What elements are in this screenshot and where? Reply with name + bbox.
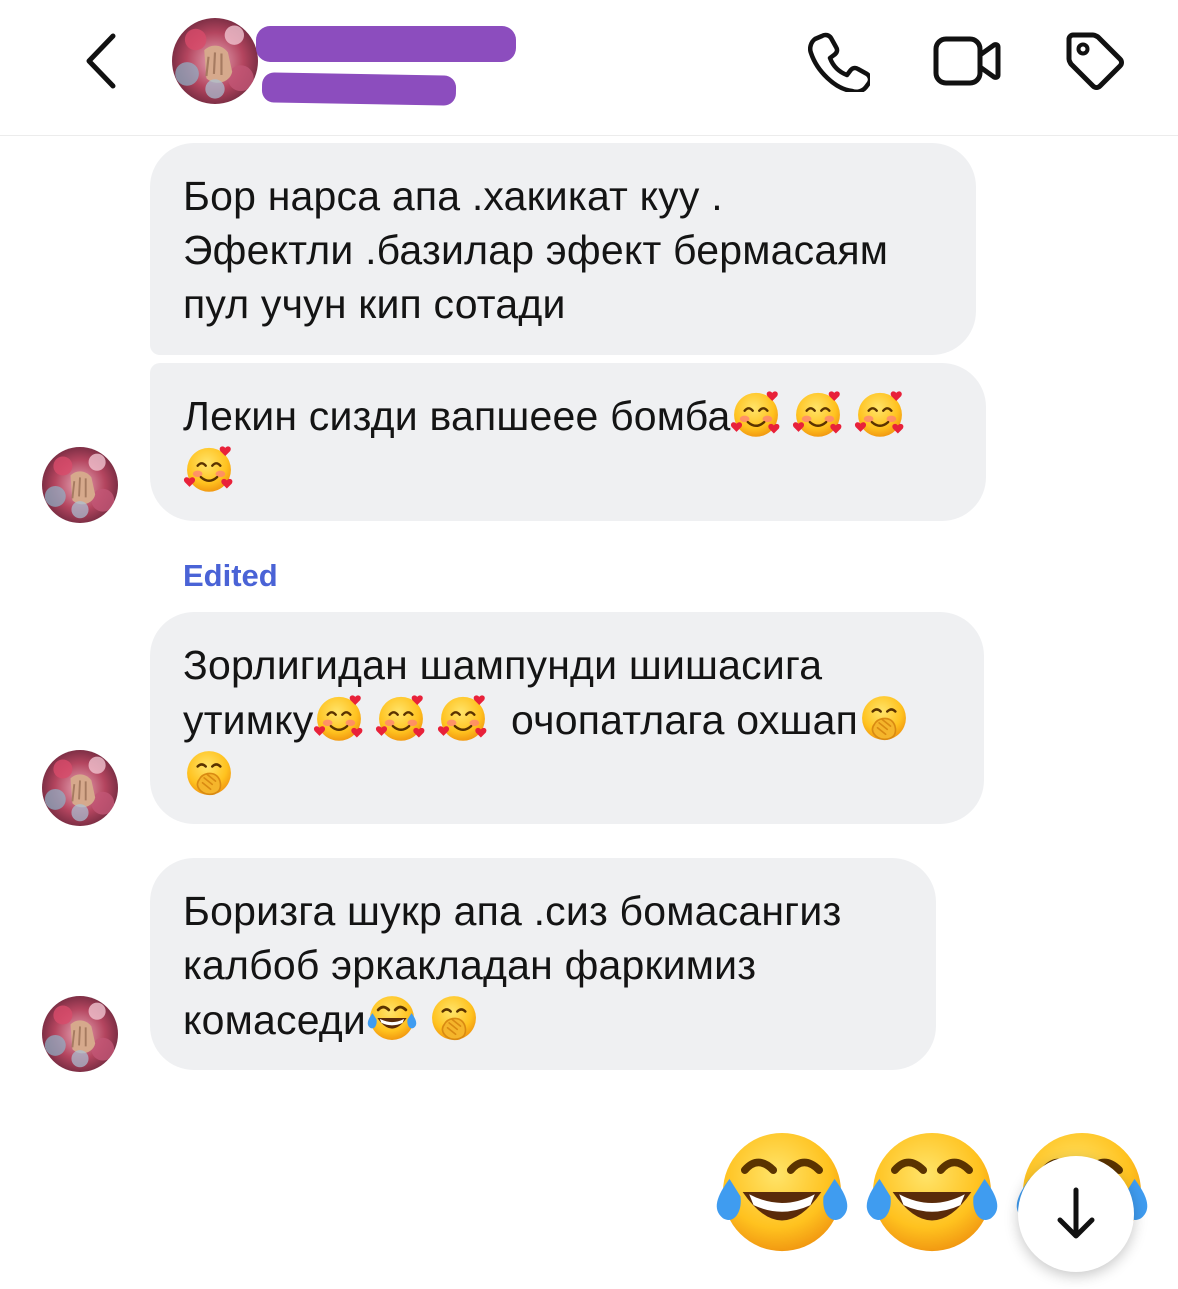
smiling-face-with-hearts-icon — [375, 692, 427, 744]
message-text: Эфектли .базилар эфект бермасаям — [183, 227, 889, 273]
message-text: утимку — [183, 697, 314, 743]
phone-icon — [808, 32, 870, 92]
message-text: пул учун кип сотади — [183, 281, 566, 327]
video-call-button[interactable] — [932, 26, 1002, 96]
contact-avatar[interactable] — [172, 18, 258, 104]
smiling-face-with-hearts-icon — [437, 692, 489, 744]
smiling-face-with-hearts-icon — [730, 388, 782, 440]
message-text: комаседи — [183, 997, 367, 1043]
scroll-to-bottom-button[interactable] — [1018, 1156, 1134, 1272]
face-with-hand-over-mouth-icon — [858, 692, 910, 744]
redacted-contact-status — [261, 72, 457, 106]
face-with-hand-over-mouth-icon — [183, 747, 235, 799]
message-bubble[interactable]: Бор нарса апа .хакикат куу . Эфектли .ба… — [150, 143, 976, 355]
arrow-down-icon — [1057, 1187, 1095, 1239]
message-bubble[interactable]: Лекин сизди вапшеее бомба — [150, 363, 986, 521]
message-text: Боризга шукр апа .сиз бомасангиз — [183, 888, 842, 934]
tag-icon — [1066, 32, 1124, 90]
message-bubble[interactable]: Зорлигидан шампунди шишасига утимку очоп… — [150, 612, 984, 824]
edited-label[interactable]: Edited — [183, 558, 278, 594]
message-text: Лекин сизди вапшеее бомба — [183, 393, 731, 439]
face-with-tears-of-joy-icon — [366, 992, 418, 1044]
face-with-tears-of-joy-icon[interactable] — [712, 1122, 852, 1262]
tag-button[interactable] — [1060, 26, 1130, 96]
message-text: Бор нарса апа .хакикат куу . — [183, 173, 723, 219]
message-bubble[interactable]: Боризга шукр апа .сиз бомасангиз калбоб … — [150, 858, 936, 1070]
face-with-hand-over-mouth-icon — [428, 992, 480, 1044]
smiling-face-with-hearts-icon — [313, 692, 365, 744]
sender-avatar[interactable] — [42, 996, 118, 1072]
smiling-face-with-hearts-icon — [792, 388, 844, 440]
chat-header — [0, 0, 1178, 136]
smiling-face-with-hearts-icon — [183, 443, 235, 495]
face-with-tears-of-joy-icon[interactable] — [862, 1122, 1002, 1262]
smiling-face-with-hearts-icon — [854, 388, 906, 440]
message-text: Зорлигидан шампунди шишасига — [183, 642, 823, 688]
video-camera-icon — [933, 36, 1001, 86]
redacted-contact-name[interactable] — [256, 26, 516, 62]
back-button[interactable] — [70, 28, 130, 94]
call-button[interactable] — [804, 26, 874, 96]
sender-avatar[interactable] — [42, 750, 118, 826]
message-text: очопатлага охшап — [499, 697, 859, 743]
sender-avatar[interactable] — [42, 447, 118, 523]
chevron-left-icon — [86, 33, 116, 89]
message-text: калбоб эркакладан фаркимиз — [183, 942, 757, 988]
